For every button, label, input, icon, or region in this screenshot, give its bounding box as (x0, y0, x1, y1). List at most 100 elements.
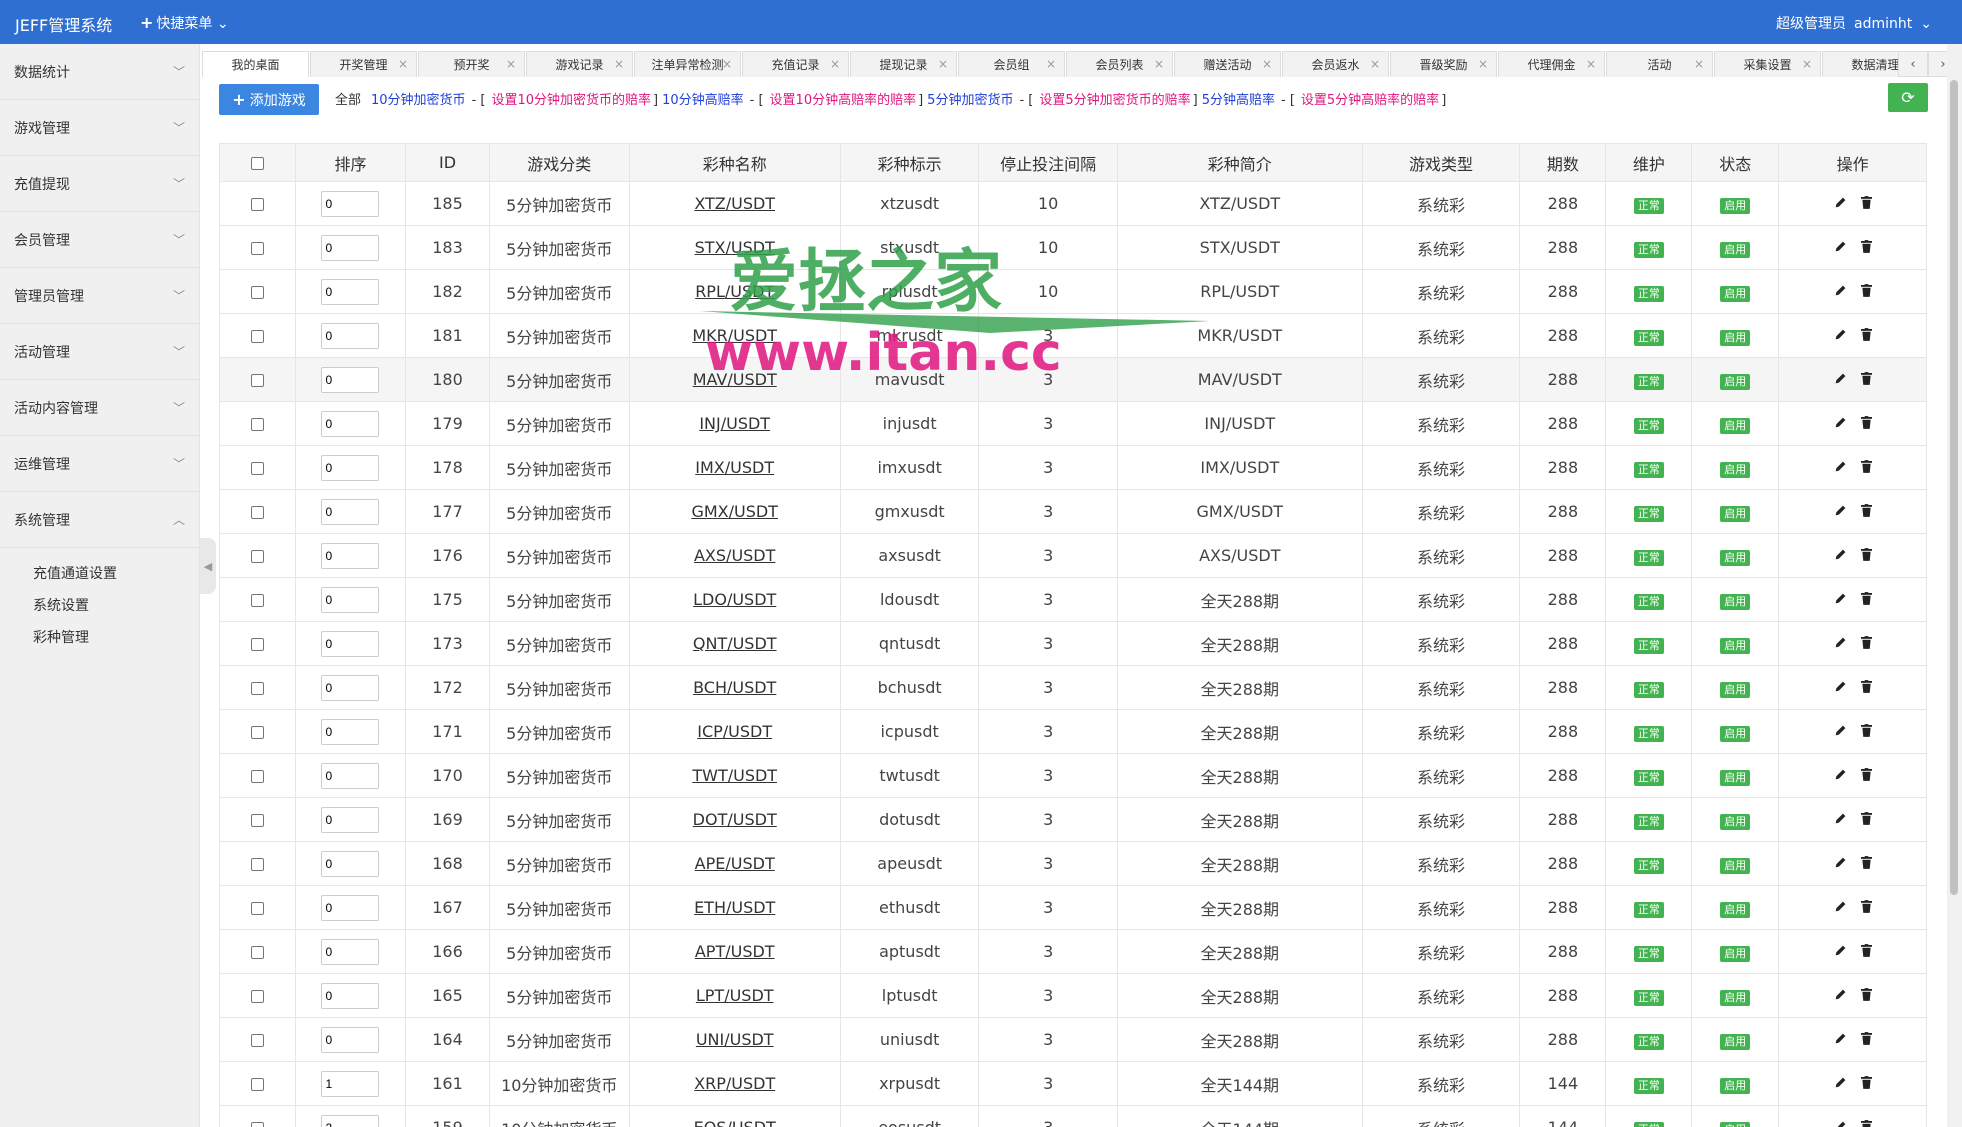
status-badge[interactable]: 启用 (1720, 813, 1751, 830)
sidebar-subitem[interactable]: 系统设置 (33, 590, 199, 622)
status-badge[interactable]: 启用 (1720, 725, 1751, 742)
row-checkbox[interactable] (250, 638, 264, 651)
row-checkbox[interactable] (250, 550, 264, 563)
row-checkbox[interactable] (250, 770, 264, 783)
game-name-link[interactable]: GMX/USDT (691, 502, 778, 521)
sort-input[interactable] (321, 1114, 380, 1127)
close-icon[interactable]: × (1154, 57, 1164, 71)
game-name-link[interactable]: BCH/USDT (693, 678, 776, 697)
trash-icon[interactable] (1860, 504, 1872, 517)
close-icon[interactable]: × (1046, 57, 1056, 71)
maintenance-badge[interactable]: 正常 (1633, 373, 1664, 390)
tab[interactable]: 晋级奖励 × (1390, 51, 1497, 77)
edit-icon[interactable] (1834, 636, 1847, 649)
edit-icon[interactable] (1834, 240, 1847, 253)
trash-icon[interactable] (1860, 768, 1872, 781)
status-badge[interactable]: 启用 (1720, 461, 1751, 478)
status-badge[interactable]: 启用 (1720, 329, 1751, 346)
row-checkbox[interactable] (250, 902, 264, 915)
sort-input[interactable] (321, 674, 380, 701)
maintenance-badge[interactable]: 正常 (1633, 285, 1664, 302)
close-icon[interactable]: × (1370, 57, 1380, 71)
sort-input[interactable] (321, 630, 380, 657)
close-icon[interactable]: × (1262, 57, 1272, 71)
filter-category-link[interactable]: 5分钟加密货币 (927, 93, 1013, 108)
row-checkbox[interactable] (250, 286, 264, 299)
row-checkbox[interactable] (250, 374, 264, 387)
maintenance-badge[interactable]: 正常 (1633, 725, 1664, 742)
maintenance-badge[interactable]: 正常 (1633, 901, 1664, 918)
maintenance-badge[interactable]: 正常 (1633, 593, 1664, 610)
trash-icon[interactable] (1860, 812, 1872, 825)
status-badge[interactable]: 启用 (1720, 637, 1751, 654)
row-checkbox[interactable] (250, 418, 264, 431)
tab[interactable]: 代理佣金 × (1498, 51, 1605, 77)
row-checkbox[interactable] (250, 330, 264, 343)
sort-input[interactable] (321, 278, 380, 305)
sidebar-item[interactable]: 会员管理 ﹀ (0, 212, 199, 268)
row-checkbox[interactable] (250, 726, 264, 739)
sort-input[interactable] (321, 234, 380, 261)
sort-input[interactable] (321, 322, 380, 349)
sidebar-item[interactable]: 运维管理 ﹀ (0, 436, 199, 492)
sort-input[interactable] (321, 894, 380, 921)
status-badge[interactable]: 启用 (1720, 505, 1751, 522)
status-badge[interactable]: 启用 (1720, 241, 1751, 258)
filter-odds-link[interactable]: 设置5分钟高赔率的赔率 (1301, 93, 1439, 108)
edit-icon[interactable] (1834, 768, 1847, 781)
add-game-button[interactable]: + 添加游戏 (219, 84, 319, 115)
close-icon[interactable]: × (938, 57, 948, 71)
row-checkbox[interactable] (250, 1122, 264, 1127)
close-icon[interactable]: × (614, 57, 624, 71)
edit-icon[interactable] (1834, 900, 1847, 913)
maintenance-badge[interactable]: 正常 (1633, 989, 1664, 1006)
close-icon[interactable]: × (1586, 57, 1596, 71)
game-name-link[interactable]: ETH/USDT (694, 898, 775, 917)
maintenance-badge[interactable]: 正常 (1633, 329, 1664, 346)
status-badge[interactable]: 启用 (1720, 989, 1751, 1006)
maintenance-badge[interactable]: 正常 (1633, 637, 1664, 654)
sidebar-collapse-handle[interactable]: ◀ (200, 538, 216, 594)
game-name-link[interactable]: UNI/USDT (696, 1030, 774, 1049)
trash-icon[interactable] (1860, 636, 1872, 649)
sort-input[interactable] (321, 762, 380, 789)
trash-icon[interactable] (1860, 284, 1872, 297)
maintenance-badge[interactable]: 正常 (1633, 857, 1664, 874)
sort-input[interactable] (321, 190, 380, 217)
edit-icon[interactable] (1834, 504, 1847, 517)
filter-odds-link[interactable]: 设置5分钟加密货币的赔率 (1039, 93, 1190, 108)
trash-icon[interactable] (1860, 900, 1872, 913)
game-name-link[interactable]: RPL/USDT (695, 282, 774, 301)
filter-all[interactable]: 全部 (335, 93, 361, 108)
close-icon[interactable]: × (830, 57, 840, 71)
close-icon[interactable]: × (1478, 57, 1488, 71)
edit-icon[interactable] (1834, 196, 1847, 209)
user-menu[interactable]: 超级管理员 adminht ⌄ (1768, 13, 1932, 33)
maintenance-badge[interactable]: 正常 (1633, 461, 1664, 478)
edit-icon[interactable] (1834, 680, 1847, 693)
status-badge[interactable]: 启用 (1720, 1077, 1751, 1094)
maintenance-badge[interactable]: 正常 (1633, 241, 1664, 258)
status-badge[interactable]: 启用 (1720, 417, 1751, 434)
row-checkbox[interactable] (250, 506, 264, 519)
filter-odds-link[interactable]: 设置10分钟高赔率的赔率 (770, 93, 917, 108)
maintenance-badge[interactable]: 正常 (1633, 1033, 1664, 1050)
game-name-link[interactable]: MAV/USDT (693, 370, 777, 389)
filter-category-link[interactable]: 5分钟高赔率 (1202, 93, 1275, 108)
status-badge[interactable]: 启用 (1720, 857, 1751, 874)
tab[interactable]: 会员组 × (958, 51, 1065, 77)
sort-input[interactable] (321, 1026, 380, 1053)
sort-input[interactable] (321, 850, 380, 877)
edit-icon[interactable] (1834, 548, 1847, 561)
status-badge[interactable]: 启用 (1720, 945, 1751, 962)
status-badge[interactable]: 启用 (1720, 901, 1751, 918)
row-checkbox[interactable] (250, 990, 264, 1003)
sort-input[interactable] (321, 806, 380, 833)
edit-icon[interactable] (1834, 1076, 1847, 1089)
close-icon[interactable]: × (1694, 57, 1704, 71)
game-name-link[interactable]: APT/USDT (695, 942, 775, 961)
row-checkbox[interactable] (250, 1034, 264, 1047)
trash-icon[interactable] (1860, 240, 1872, 253)
scrollbar-thumb[interactable] (1950, 80, 1958, 895)
maintenance-badge[interactable]: 正常 (1633, 681, 1664, 698)
